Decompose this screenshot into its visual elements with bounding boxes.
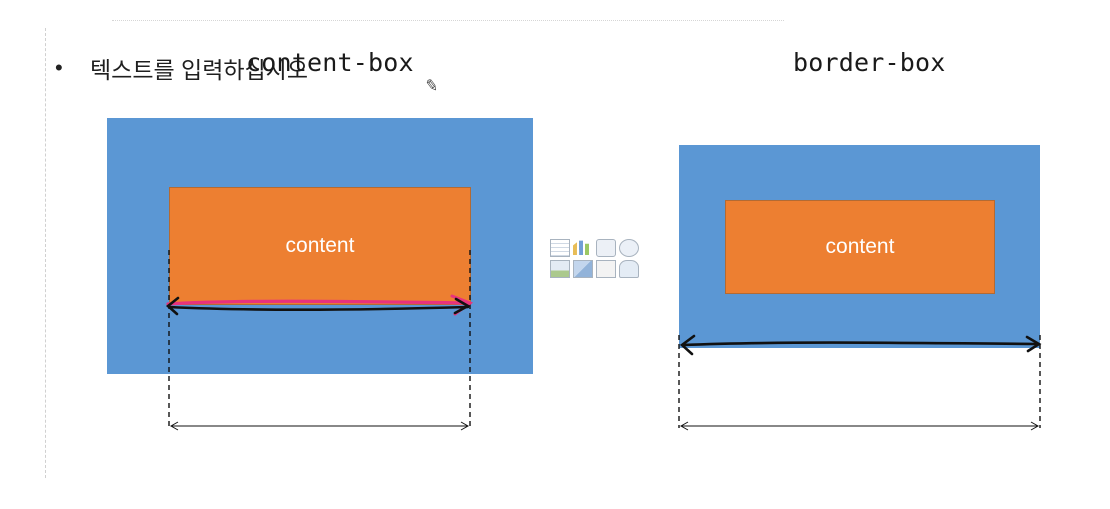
video-icon[interactable] — [596, 260, 616, 278]
content-box-black-stroke — [167, 305, 470, 311]
online-picture-icon[interactable] — [573, 260, 593, 278]
icons-icon[interactable] — [619, 260, 639, 278]
3d-model-icon[interactable] — [619, 239, 639, 257]
chart-icon[interactable] — [573, 240, 590, 255]
smartart-icon[interactable] — [596, 239, 616, 257]
picture-icon[interactable] — [550, 260, 570, 278]
table-icon[interactable] — [550, 239, 570, 257]
border-box-black-stroke — [681, 341, 1040, 347]
content-box-pink-stroke — [166, 299, 472, 306]
insert-content-toolbar — [550, 239, 639, 278]
